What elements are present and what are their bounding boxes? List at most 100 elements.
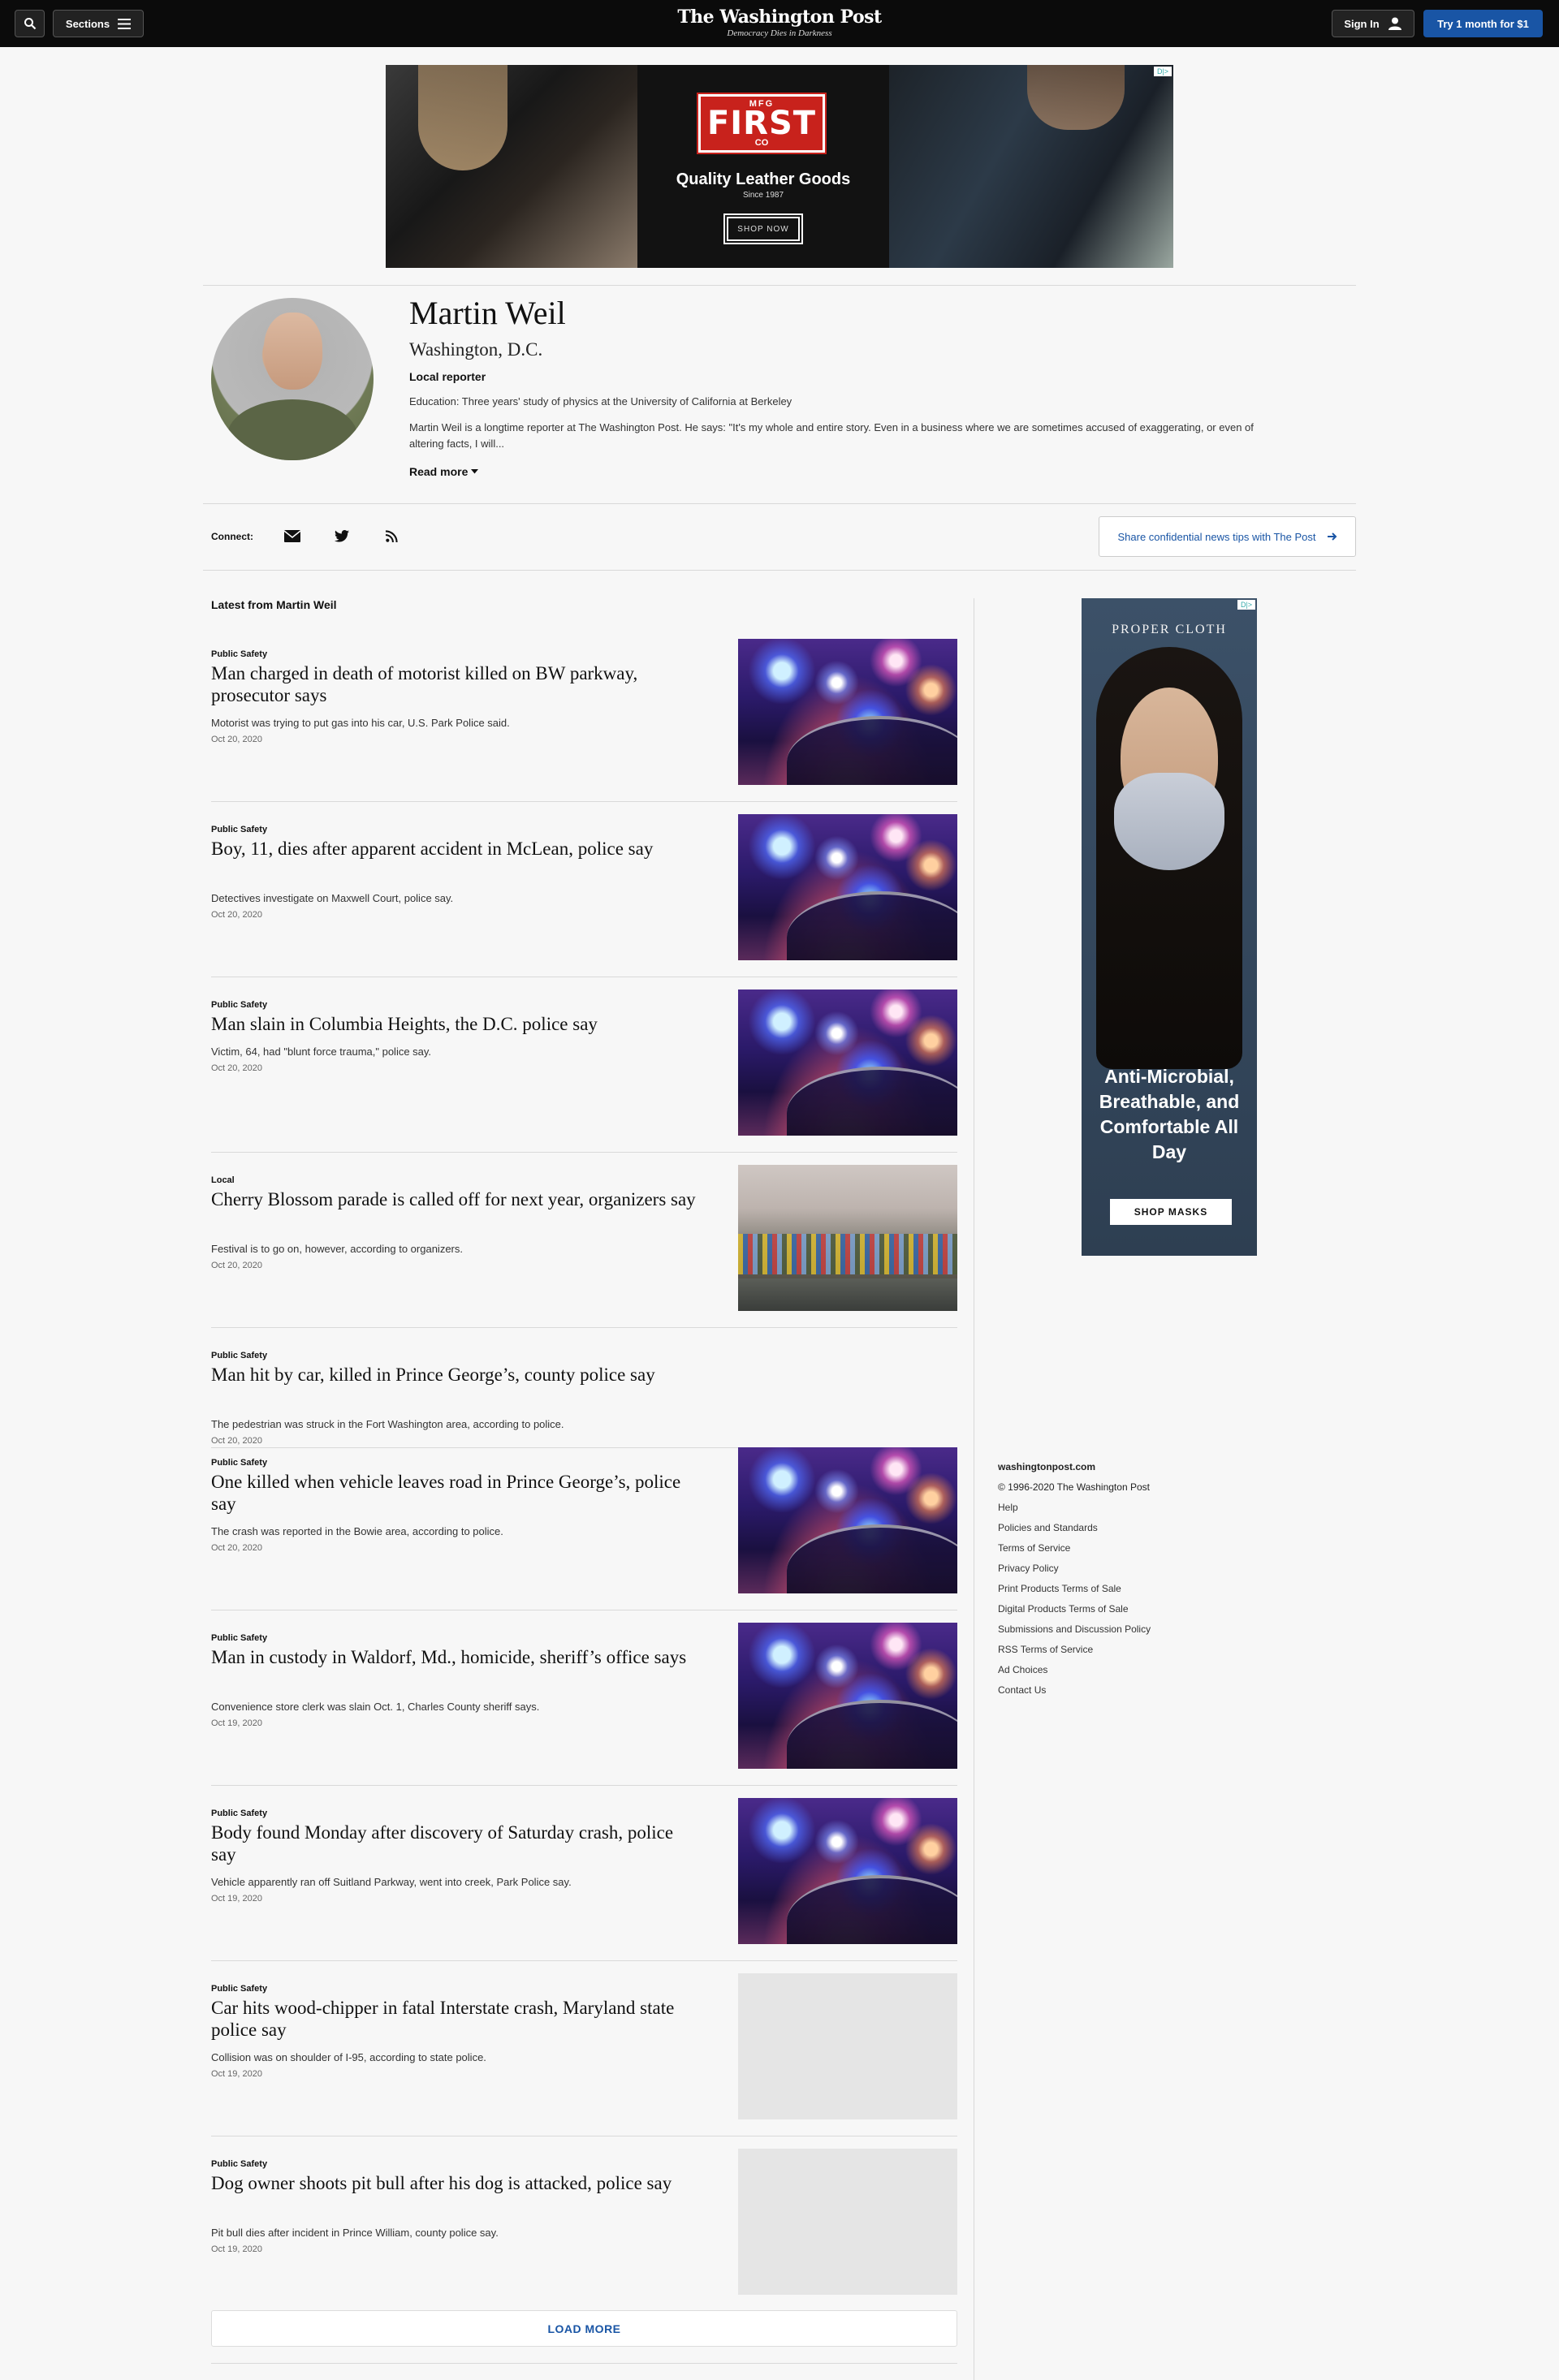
article-kicker[interactable]: Public Safety [211, 1809, 267, 1818]
article-thumbnail[interactable] [738, 1798, 957, 1944]
article-headline[interactable]: Body found Monday after discovery of Sat… [211, 1822, 698, 1865]
footer-link-list: Help Policies and Standards Terms of Servi… [998, 1502, 1242, 1705]
footer-link[interactable]: Print Products Terms of Sale [998, 1583, 1242, 1603]
read-more-button[interactable]: Read more [409, 465, 479, 478]
ad-copy: Anti-Microbial, Breathable, and Comforta… [1099, 1066, 1240, 1162]
article-kicker[interactable]: Public Safety [211, 649, 267, 659]
article-headline[interactable]: Cherry Blossom parade is called off for … [211, 1188, 698, 1210]
ad-photo-right [889, 65, 1173, 268]
sidebar-ad[interactable]: PROPER CLOTH Anti-Microbial, Breathable,… [1082, 598, 1257, 1256]
ad-brand-logo: MFG FIRST CO [697, 93, 827, 154]
article-headline[interactable]: Boy, 11, dies after apparent accident in… [211, 838, 698, 860]
ad-choices-icon[interactable]: D|> [1237, 600, 1255, 610]
article-thumbnail[interactable] [738, 1623, 957, 1769]
article-kicker[interactable]: Public Safety [211, 1351, 267, 1360]
top-navigation-bar: Sections The Washington Post Democracy D… [0, 0, 1559, 47]
footer-link[interactable]: Contact Us [998, 1684, 1242, 1705]
rss-icon[interactable] [382, 526, 401, 545]
article-thumbnail[interactable] [738, 639, 957, 785]
footer-link[interactable]: Help [998, 1502, 1242, 1522]
article-divider [211, 1785, 957, 1786]
leaderboard-ad[interactable]: MFG FIRST CO Quality Leather Goods Since… [386, 65, 1173, 268]
logo-tagline: Democracy Dies in Darkness [727, 28, 832, 38]
author-education: Education: Three years' study of physics… [409, 395, 792, 407]
article-thumbnail[interactable] [738, 2149, 957, 2295]
footer-link[interactable]: Terms of Service [998, 1542, 1242, 1563]
sign-in-button[interactable]: Sign In [1332, 10, 1414, 37]
site-logo[interactable]: The Washington Post Democracy Dies in Da… [617, 6, 942, 38]
article-headline[interactable]: One killed when vehicle leaves road in P… [211, 1471, 698, 1515]
twitter-icon[interactable] [332, 526, 352, 545]
author-avatar [211, 298, 374, 460]
ad-logo-co: CO [754, 138, 769, 148]
load-more-button[interactable]: LOAD MORE [211, 2310, 957, 2347]
article-kicker[interactable]: Public Safety [211, 1458, 267, 1468]
sections-label: Sections [65, 17, 110, 30]
ad-face-mask [1114, 773, 1224, 870]
footer-link[interactable]: Submissions and Discussion Policy [998, 1623, 1242, 1644]
article-kicker[interactable]: Local [211, 1175, 235, 1185]
caret-down-icon [471, 469, 479, 474]
connect-label: Connect: [211, 531, 253, 542]
footer-link[interactable]: RSS Terms of Service [998, 1644, 1242, 1664]
search-button[interactable] [15, 10, 45, 37]
divider [203, 503, 1356, 504]
article-kicker[interactable]: Public Safety [211, 2159, 267, 2169]
author-role: Local reporter [409, 370, 486, 383]
article-thumbnail[interactable] [738, 1447, 957, 1593]
email-icon[interactable] [283, 526, 302, 545]
article-date: Oct 20, 2020 [211, 1261, 262, 1270]
footer-link[interactable]: Digital Products Terms of Sale [998, 1603, 1242, 1623]
article-headline[interactable]: Man slain in Columbia Heights, the D.C. … [211, 1013, 698, 1035]
author-location: Washington, D.C. [409, 339, 543, 360]
footer-site-name: washingtonpost.com [998, 1461, 1095, 1472]
ad-photo-left [386, 65, 637, 268]
share-news-tips-button[interactable]: Share confidential news tips with The Po… [1099, 516, 1356, 557]
article-headline[interactable]: Man in custody in Waldorf, Md., homicide… [211, 1646, 698, 1668]
article-headline[interactable]: Car hits wood-chipper in fatal Interstat… [211, 1997, 698, 2041]
divider [211, 2363, 957, 2364]
article-kicker[interactable]: Public Safety [211, 825, 267, 834]
article-thumbnail[interactable] [738, 990, 957, 1136]
article-kicker[interactable]: Public Safety [211, 1000, 267, 1010]
ad-logo-first: FIRST [706, 105, 817, 142]
search-icon [24, 18, 36, 30]
footer-link[interactable]: Policies and Standards [998, 1522, 1242, 1542]
tips-label: Share confidential news tips with The Po… [1117, 530, 1316, 543]
article-date: Oct 20, 2020 [211, 910, 262, 920]
article-headline[interactable]: Man hit by car, killed in Prince George’… [211, 1364, 698, 1386]
article-divider [211, 1327, 957, 1328]
read-more-label: Read more [409, 465, 469, 478]
sections-menu-button[interactable]: Sections [53, 10, 144, 37]
avatar-face [264, 313, 322, 390]
article-blurb: Collision was on shoulder of I-95, accor… [211, 2051, 486, 2063]
article-thumbnail[interactable] [738, 1165, 957, 1311]
article-thumbnail[interactable] [738, 1973, 957, 2119]
shop-masks-button[interactable]: SHOP MASKS [1110, 1199, 1232, 1225]
avatar-shirt [227, 399, 357, 460]
article-blurb: The crash was reported in the Bowie area… [211, 1525, 503, 1537]
article-blurb: Festival is to go on, however, according… [211, 1243, 463, 1255]
subscribe-button[interactable]: Try 1 month for $1 [1423, 10, 1543, 37]
ad-choices-icon[interactable]: D|> [1154, 67, 1172, 76]
author-bio: Martin Weil is a longtime reporter at Th… [409, 421, 1254, 450]
article-headline[interactable]: Dog owner shoots pit bull after his dog … [211, 2172, 698, 2194]
sign-in-label: Sign In [1344, 17, 1380, 30]
ad-headline: Quality Leather Goods [676, 170, 851, 188]
footer-links: washingtonpost.com © 1996-2020 The Washi… [998, 1461, 1242, 1705]
article-date: Oct 19, 2020 [211, 1718, 262, 1728]
latest-heading: Latest from Martin Weil [211, 598, 337, 611]
article-thumbnail[interactable] [738, 814, 957, 960]
hamburger-icon [118, 18, 132, 29]
divider [203, 285, 1356, 286]
article-headline[interactable]: Man charged in death of motorist killed … [211, 662, 698, 706]
article-kicker[interactable]: Public Safety [211, 1633, 267, 1643]
footer-link[interactable]: Privacy Policy [998, 1563, 1242, 1583]
ad-shop-now-button[interactable]: SHOP NOW [723, 213, 803, 244]
article-date: Oct 20, 2020 [211, 1543, 262, 1553]
article-blurb: Convenience store clerk was slain Oct. 1… [211, 1701, 540, 1713]
footer-link[interactable]: Ad Choices [998, 1664, 1242, 1684]
article-date: Oct 19, 2020 [211, 2069, 262, 2079]
article-blurb: Motorist was trying to put gas into his … [211, 717, 510, 729]
article-kicker[interactable]: Public Safety [211, 1984, 267, 1994]
